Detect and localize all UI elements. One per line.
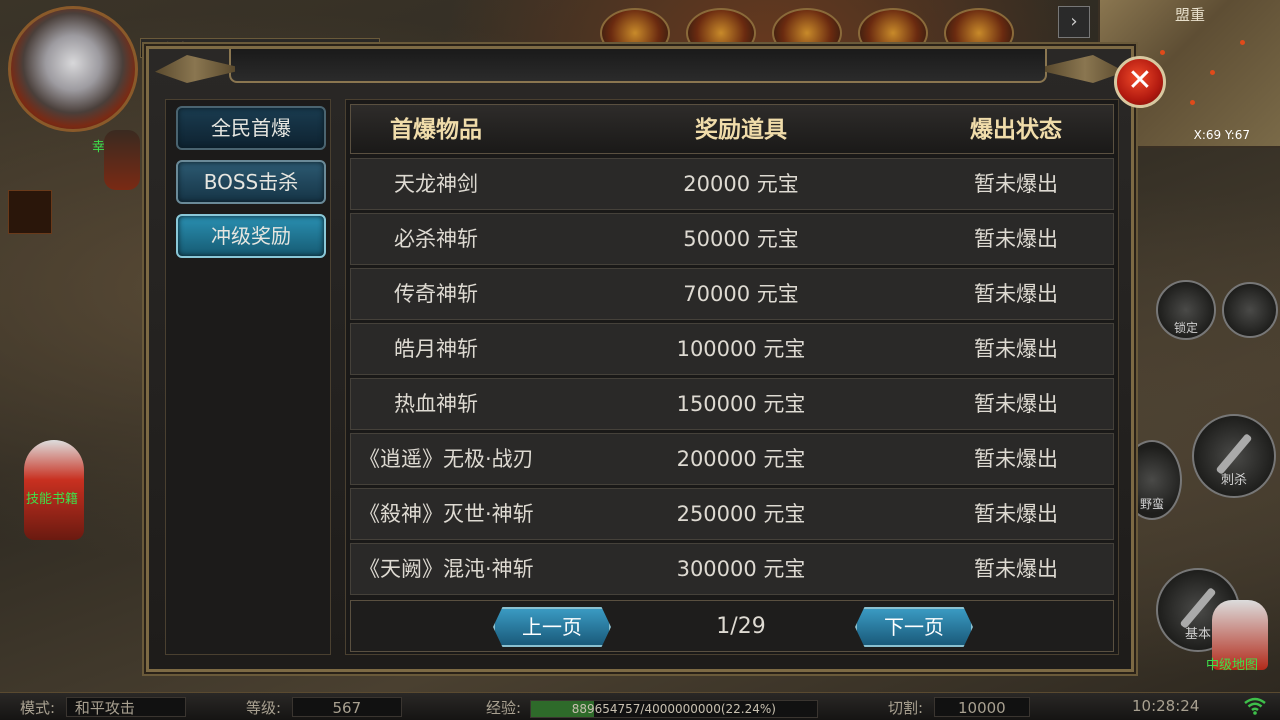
clock: 10:28:24 [1132, 697, 1200, 715]
close-icon: ✕ [1127, 63, 1153, 98]
minimap-title: 盟重 [1174, 6, 1205, 24]
page-indicator: 1/29 [716, 614, 766, 639]
header-ornament-left [155, 55, 235, 83]
skill-label: 刺杀 [1220, 473, 1247, 488]
column-header-item: 首爆物品 [390, 117, 482, 143]
reward-amount: 70000 元宝 [683, 282, 799, 306]
item-name: 《天阙》混沌·神斩 [359, 557, 534, 581]
buff-icon[interactable] [8, 190, 52, 234]
minimap-marker [1210, 70, 1215, 75]
tab-all-first-drop[interactable]: 全民首爆 [176, 106, 326, 150]
npc-name: 技能书籍 [26, 492, 79, 507]
item-name: 《殺神》灭世·神斩 [359, 502, 534, 526]
table-row: 《殺神》灭世·神斩 250000 元宝 暂未爆出 [350, 488, 1114, 540]
exp-label: 经验: [486, 699, 522, 717]
skill-label: 锁定 [1173, 321, 1198, 335]
minimap-marker [1160, 50, 1165, 55]
level-value: 567 [291, 697, 402, 717]
mode-label: 模式: [20, 699, 56, 717]
table-row: 《天阙》混沌·神斩 300000 元宝 暂未爆出 [350, 543, 1114, 595]
reward-amount: 150000 元宝 [676, 392, 806, 416]
npc-name: 中级地图 [1206, 658, 1259, 673]
tab-level-reward[interactable]: 冲级奖励 [176, 214, 326, 258]
skill-target-button[interactable] [1222, 282, 1278, 338]
next-page-button[interactable]: 下一页 [855, 607, 973, 647]
drop-status: 暂未爆出 [974, 227, 1058, 251]
drop-status: 暂未爆出 [974, 502, 1058, 526]
cut-label: 切割: [888, 699, 924, 717]
chevron-right-icon: › [1070, 11, 1078, 32]
header-ornament-right [1045, 55, 1125, 83]
drop-status: 暂未爆出 [974, 282, 1058, 306]
prev-page-button[interactable]: 上一页 [493, 607, 611, 647]
close-button[interactable]: ✕ [1114, 56, 1166, 108]
exp-progress-bar: 889654757/4000000000(22.24%) [529, 699, 818, 718]
item-name: 传奇神斩 [394, 282, 478, 306]
column-header-reward: 奖励道具 [695, 117, 787, 143]
dialog-header [229, 49, 1047, 83]
mode-value[interactable]: 和平攻击 [65, 697, 186, 717]
drop-status: 暂未爆出 [974, 337, 1058, 361]
minimap-coordinates: X:69 Y:67 [1193, 128, 1250, 142]
drop-status: 暂未爆出 [974, 392, 1058, 416]
reward-amount: 100000 元宝 [676, 337, 806, 361]
bottom-status-bar: 模式: 和平攻击 等级: 567 经验: 889654757/400000000… [0, 692, 1280, 720]
drop-status: 暂未爆出 [974, 172, 1058, 196]
reward-amount: 20000 元宝 [683, 172, 799, 196]
table-row: 必杀神斩 50000 元宝 暂未爆出 [350, 213, 1114, 265]
reward-amount: 300000 元宝 [676, 557, 806, 581]
table-row: 传奇神斩 70000 元宝 暂未爆出 [350, 268, 1114, 320]
reward-amount: 250000 元宝 [676, 502, 806, 526]
table-header: 首爆物品 奖励道具 爆出状态 [350, 104, 1114, 154]
table-row: 皓月神斩 100000 元宝 暂未爆出 [350, 323, 1114, 375]
table-row: 《逍遥》无极·战刃 200000 元宝 暂未爆出 [350, 433, 1114, 485]
minimap-marker [1240, 40, 1245, 45]
skill-lock-button[interactable]: 锁定 [1156, 280, 1216, 340]
character-sprite[interactable] [104, 130, 140, 190]
tab-boss-kill[interactable]: BOSS击杀 [176, 160, 326, 204]
item-name: 热血神斩 [394, 392, 478, 416]
item-name: 必杀神斩 [394, 227, 478, 251]
level-label: 等级: [246, 699, 282, 717]
column-header-status: 爆出状态 [970, 117, 1062, 143]
expand-button[interactable]: › [1058, 6, 1090, 38]
item-name: 《逍遥》无极·战刃 [359, 447, 534, 471]
drop-status: 暂未爆出 [974, 557, 1058, 581]
item-name: 皓月神斩 [394, 337, 478, 361]
first-drop-dialog: 全民首爆 BOSS击杀 冲级奖励 首爆物品 奖励道具 爆出状态 天龙神剑 200… [146, 46, 1134, 672]
wifi-icon [1244, 697, 1266, 715]
table-row: 天龙神剑 20000 元宝 暂未爆出 [350, 158, 1114, 210]
table-row: 热血神斩 150000 元宝 暂未爆出 [350, 378, 1114, 430]
reward-amount: 200000 元宝 [676, 447, 806, 471]
reward-amount: 50000 元宝 [683, 227, 799, 251]
item-name: 天龙神剑 [394, 172, 478, 196]
pagination: 上一页 1/29 下一页 [350, 600, 1114, 652]
category-sidebar: 全民首爆 BOSS击杀 冲级奖励 [165, 99, 331, 655]
minimap-marker [1190, 100, 1195, 105]
drop-status: 暂未爆出 [974, 447, 1058, 471]
exp-value: 889654757/4000000000(22.24%) [571, 701, 776, 716]
cut-value: 10000 [933, 697, 1030, 717]
player-avatar[interactable] [8, 6, 138, 132]
reward-table: 首爆物品 奖励道具 爆出状态 天龙神剑 20000 元宝 暂未爆出 必杀神斩 5… [345, 99, 1119, 655]
skill-thrust-button[interactable]: 刺杀 [1192, 414, 1276, 498]
